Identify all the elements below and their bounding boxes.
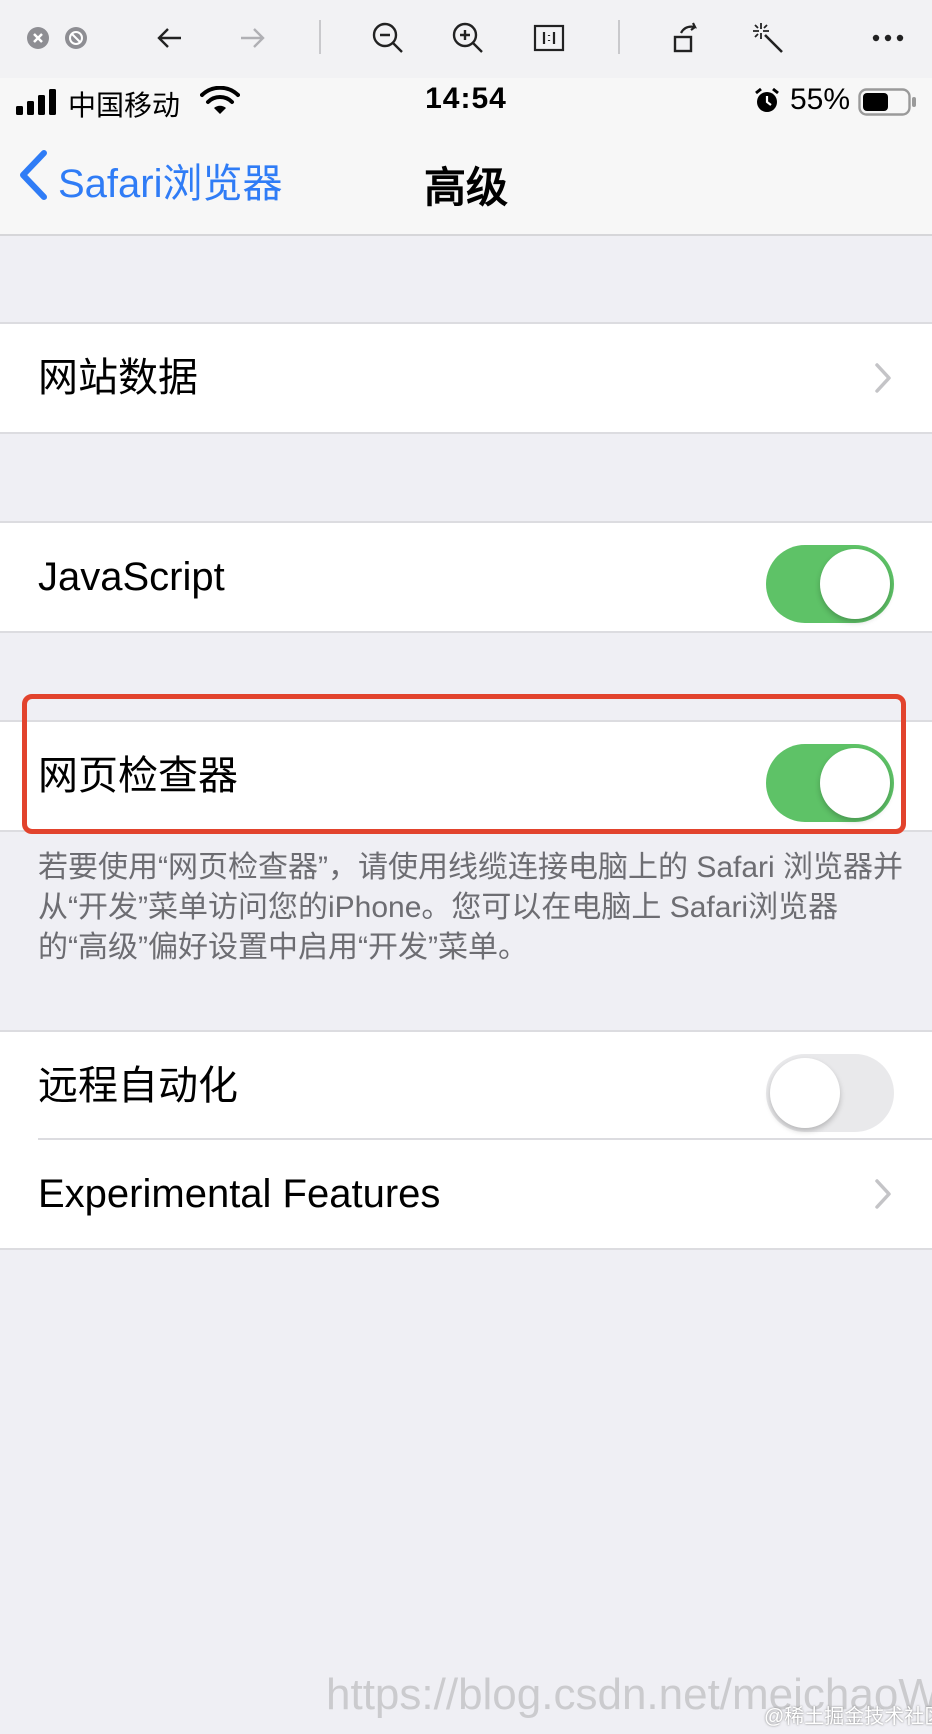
website-data-label: 网站数据 (38, 356, 198, 400)
magic-wand-icon[interactable] (748, 18, 788, 58)
red-highlight-box (22, 694, 906, 834)
zoom-in-icon[interactable] (448, 18, 488, 58)
close-icon[interactable] (18, 18, 58, 58)
toggle-knob (820, 549, 890, 619)
rotate-icon[interactable] (668, 18, 708, 58)
actual-size-icon[interactable] (529, 18, 569, 58)
more-icon[interactable] (868, 18, 908, 58)
experimental-features-label: Experimental Features (38, 1172, 441, 1216)
page-title: 高级 (423, 164, 508, 211)
block-icon[interactable] (56, 18, 96, 58)
javascript-toggle[interactable] (766, 545, 894, 623)
toolbar-separator (319, 20, 321, 54)
chevron-right-icon (874, 362, 892, 399)
advanced-group: 远程自动化 Experimental Features (0, 1030, 932, 1250)
chevron-right-icon (874, 1178, 892, 1215)
toggle-knob (770, 1058, 840, 1128)
javascript-cell: JavaScript (0, 523, 932, 631)
website-data-cell[interactable]: 网站数据 (0, 324, 932, 432)
watermark-community: @稀土掘金技术社区 (764, 1706, 932, 1728)
web-inspector-footnote: 若要使用“网页检查器”，请使用线缆连接电脑上的 Safari 浏览器并从“开发”… (38, 851, 904, 964)
javascript-label: JavaScript (38, 555, 225, 599)
battery-percent: 55% (790, 83, 851, 116)
remote-automation-label: 远程自动化 (38, 1064, 238, 1108)
viewer-toolbar (0, 0, 932, 78)
remote-automation-cell: 远程自动化 (0, 1032, 932, 1140)
website-data-group: 网站数据 (0, 322, 932, 434)
experimental-features-cell[interactable]: Experimental Features (0, 1140, 932, 1248)
alarm-icon (752, 86, 782, 121)
status-bar: 中国移动 14:54 55% (0, 78, 932, 126)
toolbar-separator (618, 20, 620, 54)
navigation-bar: Safari浏览器 高级 (0, 126, 932, 236)
javascript-group: JavaScript (0, 521, 932, 633)
zoom-out-icon[interactable] (368, 18, 408, 58)
battery-icon (858, 88, 918, 121)
remote-automation-toggle[interactable] (766, 1054, 894, 1132)
back-arrow-icon[interactable] (150, 18, 190, 58)
forward-arrow-icon[interactable] (232, 18, 272, 58)
